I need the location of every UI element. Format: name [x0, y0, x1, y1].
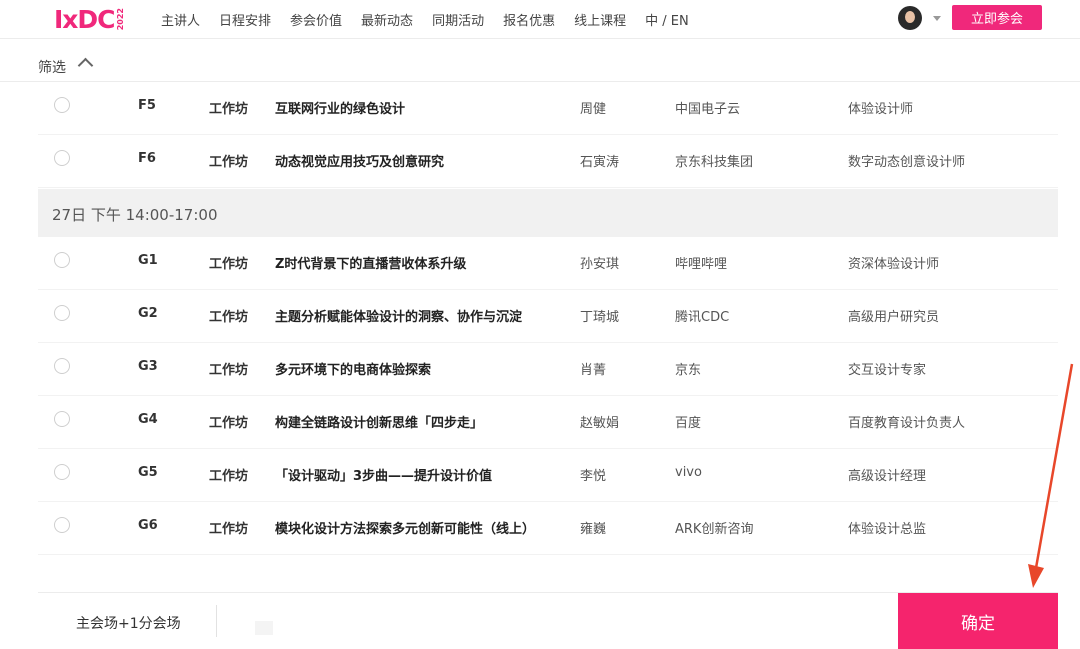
- selection-footer: 主会场+1分会场 确定: [38, 592, 1058, 649]
- table-row[interactable]: G4 工作坊 构建全链路设计创新思维「四步走」 赵敏娟 百度 百度教育设计负责人: [38, 396, 1058, 449]
- speaker-name: 孙安琪: [580, 257, 620, 272]
- ixdc-logo[interactable]: IxDC 2022: [54, 4, 125, 34]
- arrow-head: [1028, 564, 1044, 588]
- speaker-company: ARK创新咨询: [675, 522, 754, 537]
- speaker-name: 赵敏娟: [580, 416, 620, 431]
- user-avatar[interactable]: [898, 6, 922, 30]
- selection-summary: 主会场+1分会场: [76, 616, 181, 632]
- session-title: 动态视觉应用技巧及创意研究: [275, 155, 445, 170]
- radio-button[interactable]: [54, 252, 70, 268]
- speaker-role: 资深体验设计师: [848, 257, 940, 272]
- radio-button[interactable]: [54, 97, 70, 113]
- footer-divider: [216, 605, 217, 637]
- session-code: G3: [138, 359, 158, 374]
- session-title: 「设计驱动」3步曲——提升设计价值: [275, 469, 493, 484]
- chevron-down-icon[interactable]: [933, 16, 941, 21]
- join-button[interactable]: 立即参会: [952, 5, 1042, 30]
- nav-courses[interactable]: 线上课程: [574, 10, 626, 29]
- arrow-shaft: [1034, 363, 1074, 569]
- session-type: 工作坊: [209, 469, 249, 484]
- table-row[interactable]: F6 工作坊 动态视觉应用技巧及创意研究 石寅涛 京东科技集团 数字动态创意设计…: [38, 135, 1058, 188]
- filter-bar: 筛选: [0, 39, 1080, 82]
- table-row[interactable]: G1 工作坊 Z时代背景下的直播营收体系升级 孙安琪 哔哩哔哩 资深体验设计师: [38, 237, 1058, 290]
- radio-button[interactable]: [54, 358, 70, 374]
- table-row[interactable]: G3 工作坊 多元环境下的电商体验探索 肖菁 京东 交互设计专家: [38, 343, 1058, 396]
- nav-value[interactable]: 参会价值: [290, 10, 342, 29]
- nav-discount[interactable]: 报名优惠: [503, 10, 555, 29]
- confirm-button[interactable]: 确定: [898, 593, 1058, 649]
- speaker-role: 数字动态创意设计师: [848, 155, 966, 170]
- radio-button[interactable]: [54, 305, 70, 321]
- session-code: G5: [138, 465, 158, 480]
- nav-news[interactable]: 最新动态: [361, 10, 413, 29]
- session-type: 工作坊: [209, 416, 249, 431]
- session-type: 工作坊: [209, 522, 249, 537]
- session-title: 构建全链路设计创新思维「四步走」: [275, 416, 484, 431]
- speaker-company: 京东: [675, 363, 702, 378]
- session-code: G1: [138, 253, 158, 268]
- table-row[interactable]: G6 工作坊 模块化设计方法探索多元创新可能性（线上） 雍巍 ARK创新咨询 体…: [38, 502, 1058, 555]
- filter-label[interactable]: 筛选: [38, 57, 66, 77]
- nav-events[interactable]: 同期活动: [432, 10, 484, 29]
- session-list: F5 工作坊 互联网行业的绿色设计 周健 中国电子云 体验设计师 F6 工作坊 …: [38, 82, 1058, 555]
- session-title: 多元环境下的电商体验探索: [275, 363, 432, 378]
- session-code: G6: [138, 518, 158, 533]
- avatar-face: [905, 11, 915, 23]
- speaker-role: 体验设计师: [848, 102, 914, 117]
- session-title: 主题分析赋能体验设计的洞察、协作与沉淀: [275, 310, 523, 325]
- session-title: Z时代背景下的直播营收体系升级: [275, 257, 467, 272]
- nav-schedule[interactable]: 日程安排: [219, 10, 271, 29]
- logo-year: 2022: [115, 7, 125, 31]
- speaker-company: vivo: [675, 465, 702, 480]
- speaker-name: 石寅涛: [580, 155, 620, 170]
- session-type: 工作坊: [209, 310, 249, 325]
- speaker-role: 高级用户研究员: [848, 310, 940, 325]
- session-code: F5: [138, 98, 156, 113]
- speaker-name: 丁琦城: [580, 310, 620, 325]
- speaker-name: 周健: [580, 102, 607, 117]
- speaker-company: 京东科技集团: [675, 155, 754, 170]
- session-title: 互联网行业的绿色设计: [275, 102, 406, 117]
- annotation-arrow-icon: [1028, 363, 1074, 588]
- section-time-label: 27日 下午 14:00-17:00: [52, 206, 218, 224]
- session-type: 工作坊: [209, 363, 249, 378]
- speaker-company: 百度: [675, 416, 702, 431]
- speaker-company: 中国电子云: [675, 102, 741, 117]
- top-header: IxDC 2022 主讲人 日程安排 参会价值 最新动态 同期活动 报名优惠 线…: [0, 0, 1080, 39]
- speaker-role: 交互设计专家: [848, 363, 927, 378]
- speaker-name: 肖菁: [580, 363, 607, 378]
- logo-text: IxDC: [54, 4, 116, 34]
- speaker-name: 李悦: [580, 469, 607, 484]
- nav-language[interactable]: 中 / EN: [645, 10, 689, 29]
- session-type: 工作坊: [209, 257, 249, 272]
- table-row[interactable]: G2 工作坊 主题分析赋能体验设计的洞察、协作与沉淀 丁琦城 腾讯CDC 高级用…: [38, 290, 1058, 343]
- speaker-company: 腾讯CDC: [675, 310, 730, 325]
- main-nav: 主讲人 日程安排 参会价值 最新动态 同期活动 报名优惠 线上课程 中 / EN: [161, 0, 708, 38]
- speaker-company: 哔哩哔哩: [675, 257, 728, 272]
- session-code: F6: [138, 151, 156, 166]
- session-code: G4: [138, 412, 158, 427]
- speaker-name: 雍巍: [580, 522, 607, 537]
- radio-button[interactable]: [54, 150, 70, 166]
- nav-speakers[interactable]: 主讲人: [161, 10, 200, 29]
- section-header: 27日 下午 14:00-17:00: [38, 189, 1058, 237]
- table-row[interactable]: F5 工作坊 互联网行业的绿色设计 周健 中国电子云 体验设计师: [38, 82, 1058, 135]
- speaker-role: 体验设计总监: [848, 522, 927, 537]
- placeholder-icon: [255, 621, 273, 635]
- radio-button[interactable]: [54, 411, 70, 427]
- session-type: 工作坊: [209, 102, 249, 117]
- speaker-role: 百度教育设计负责人: [848, 416, 966, 431]
- radio-button[interactable]: [54, 517, 70, 533]
- session-code: G2: [138, 306, 158, 321]
- radio-button[interactable]: [54, 464, 70, 480]
- session-title: 模块化设计方法探索多元创新可能性（线上）: [275, 522, 536, 537]
- table-row[interactable]: G5 工作坊 「设计驱动」3步曲——提升设计价值 李悦 vivo 高级设计经理: [38, 449, 1058, 502]
- speaker-role: 高级设计经理: [848, 469, 927, 484]
- session-type: 工作坊: [209, 155, 249, 170]
- chevron-up-icon[interactable]: [77, 57, 94, 74]
